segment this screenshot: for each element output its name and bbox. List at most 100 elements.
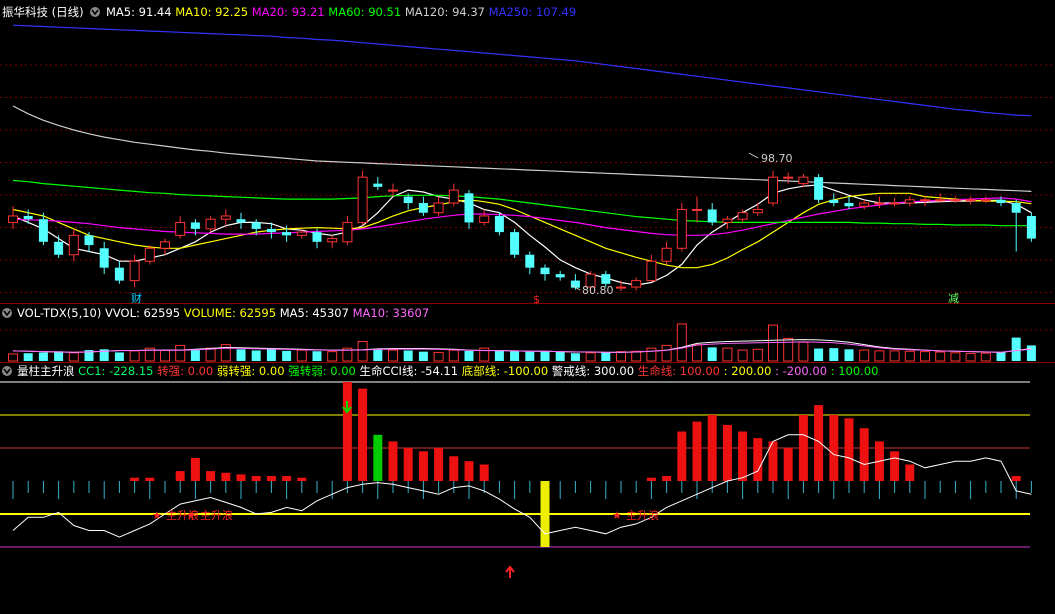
indicator-bar	[798, 415, 808, 481]
indicator-bar	[692, 421, 702, 481]
candle-body	[160, 241, 170, 249]
candle-body	[23, 215, 33, 220]
indicator-bar	[859, 428, 869, 481]
indicator-bar	[130, 477, 140, 481]
candle-body	[282, 232, 292, 236]
candle-body	[38, 219, 48, 242]
dropdown-icon[interactable]	[90, 7, 100, 17]
volume-bar	[555, 352, 565, 361]
legend-item: : -200.00	[775, 364, 831, 378]
volume-bar	[282, 350, 292, 361]
volume-bar	[312, 351, 322, 361]
candle-body	[418, 203, 428, 213]
volume-bar	[494, 350, 504, 361]
indicator-bar	[783, 448, 793, 481]
legend-item: 警戒线: 300.00	[552, 364, 638, 378]
volume-bar	[570, 353, 580, 361]
volume-bar	[874, 350, 885, 362]
candle-body	[814, 177, 824, 200]
legend-item: MA5: 45307	[280, 306, 353, 320]
candle-body	[510, 232, 520, 255]
indicator-bar	[358, 388, 368, 481]
legend-item: 底部线: -100.00	[462, 364, 552, 378]
indicator-bar	[190, 457, 200, 481]
indicator-bar	[175, 471, 185, 481]
candle-body	[889, 202, 900, 205]
indicator-bar	[418, 451, 428, 481]
candle-body	[54, 241, 64, 255]
volume-bar	[464, 350, 474, 361]
candle-body	[190, 222, 200, 229]
candle-body	[935, 199, 946, 202]
indicator-bar	[662, 476, 672, 481]
signal-text-3: 主升浪	[626, 508, 659, 522]
candle-body	[129, 260, 140, 282]
volume-bar	[798, 341, 809, 362]
volume-bar	[525, 351, 535, 361]
indicator-bar	[221, 472, 231, 481]
indicator-dropdown-icon[interactable]	[2, 366, 12, 376]
candle-body	[494, 215, 504, 233]
legend-item: 强转弱: 0.00	[288, 364, 359, 378]
volume-bar	[160, 349, 170, 362]
candle-body	[661, 247, 672, 262]
volume-bar	[722, 347, 733, 362]
up-arrow-icon	[505, 565, 515, 578]
volume-bar	[205, 347, 216, 362]
indicator-panel-header: 量柱主升浪 CC1: -228.15 转强: 0.00 弱转强: 0.00 强转…	[2, 364, 878, 378]
indicator-bar	[266, 476, 276, 481]
candle-body	[1026, 215, 1036, 239]
candle-body	[205, 218, 216, 230]
candle-body	[980, 199, 991, 202]
volume-bar	[950, 352, 961, 362]
candle-body	[251, 222, 261, 229]
indicator-bar	[236, 474, 246, 481]
ma-line-ma250	[12, 24, 1032, 117]
candle-body	[296, 231, 307, 236]
volume-bar	[676, 323, 687, 362]
volume-bar	[752, 348, 763, 362]
candle-body	[722, 218, 733, 223]
volume-bar	[980, 352, 991, 362]
legend-item: MA250: 107.49	[489, 5, 577, 19]
legend-item: VVOL: 62595	[105, 306, 184, 320]
candle-body	[175, 221, 186, 236]
candle-body	[904, 199, 915, 204]
candle-body	[996, 199, 1006, 204]
candle-body	[950, 199, 961, 202]
legend-item: MA10: 92.25	[175, 5, 252, 19]
volume-bar	[373, 349, 383, 361]
candle-body	[373, 183, 383, 187]
indicator-bar	[722, 424, 732, 481]
indicator-bar	[814, 405, 824, 481]
volume-bar	[54, 351, 64, 361]
volume-dropdown-icon[interactable]	[2, 308, 12, 318]
volume-bar	[266, 348, 276, 361]
ma-line-ma120	[12, 105, 1032, 192]
candle-body	[1011, 203, 1021, 213]
tag-dollar: $	[533, 293, 540, 306]
signal-star-3: ★	[612, 509, 622, 522]
price-panel-header: 振华科技 (日线) MA5: 91.44 MA10: 92.25 MA20: 9…	[2, 5, 576, 19]
candle-body	[8, 215, 18, 223]
volume-bar	[829, 348, 839, 361]
indicator-bar	[738, 431, 748, 481]
volume-panel-header: VOL-TDX(5,10) VVOL: 62595 VOLUME: 62595 …	[2, 306, 429, 320]
volume-bar	[904, 350, 915, 362]
price-grid	[0, 64, 1055, 331]
candle-body	[692, 208, 702, 211]
candle-body	[829, 199, 839, 204]
indicator-bar	[890, 451, 900, 481]
stock-title: 振华科技 (日线)	[2, 5, 84, 19]
candle-body	[403, 196, 413, 204]
indicator-bar	[206, 471, 216, 481]
indicator-bar	[646, 477, 656, 481]
high-price-label: 98.70	[761, 152, 793, 165]
volume-bar	[540, 351, 550, 361]
legend-item: MA60: 90.51	[328, 5, 405, 19]
stock-chart[interactable]: 振华科技 (日线) MA5: 91.44 MA10: 92.25 MA20: 9…	[0, 0, 1055, 614]
volume-bar	[68, 352, 79, 362]
volume-bar	[737, 349, 748, 362]
indicator-bar	[677, 431, 687, 481]
indicator-bar	[342, 382, 352, 481]
